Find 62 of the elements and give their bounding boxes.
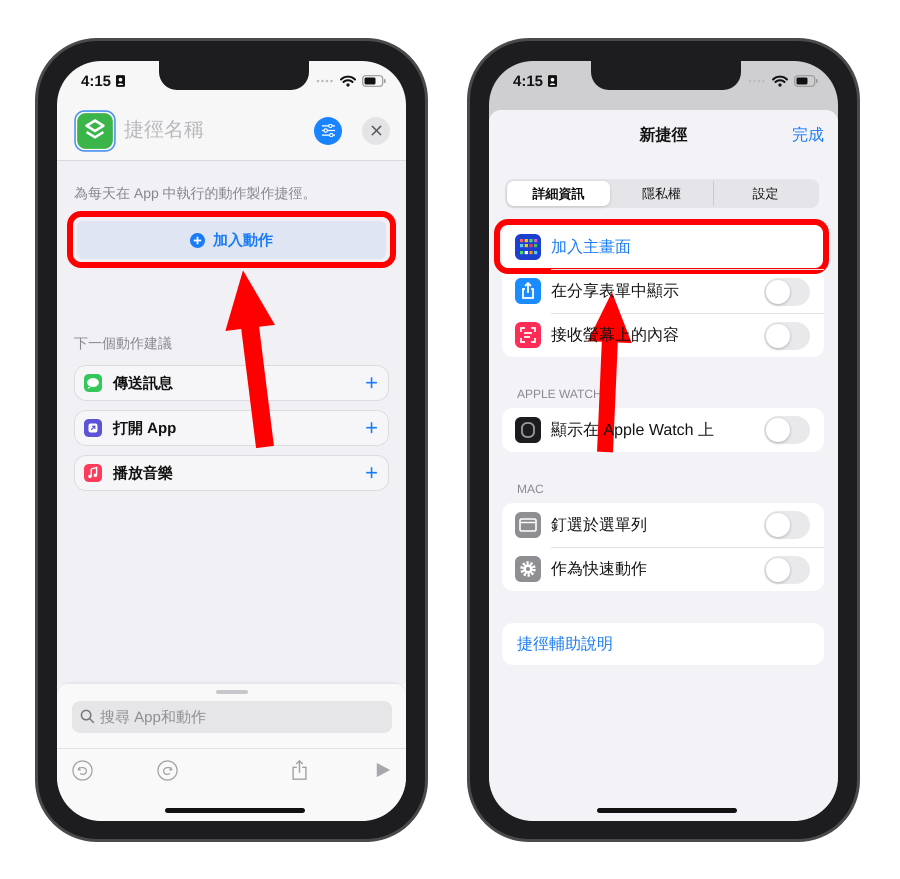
section-heading: 下一個動作建議 — [74, 334, 173, 353]
action-link[interactable]: 加入主畫面 — [551, 236, 631, 258]
add-icon[interactable]: + — [365, 462, 378, 484]
add-icon[interactable]: + — [365, 417, 378, 439]
close-icon — [370, 125, 382, 136]
search-icon — [80, 709, 95, 724]
battery-icon — [362, 75, 386, 87]
suggestion-label: 播放音樂 — [113, 464, 174, 482]
clock-time: 4:15 — [513, 72, 544, 90]
section-heading: MAC — [517, 481, 545, 497]
scan-icon — [515, 322, 541, 348]
toggle-switch[interactable] — [764, 278, 810, 306]
share-icon[interactable] — [291, 759, 308, 781]
add-icon[interactable]: + — [365, 372, 378, 394]
description-text: 為每天在 App 中執行的動作製作捷徑。 — [74, 184, 318, 203]
segment-tab[interactable]: 隱私權 — [610, 181, 713, 206]
toggle-switch[interactable] — [764, 322, 810, 350]
home-indicator[interactable] — [165, 808, 305, 813]
toggle-switch[interactable] — [764, 556, 810, 584]
watch-icon — [515, 417, 541, 443]
id-badge-icon — [548, 75, 558, 87]
search-field[interactable]: 搜尋 App和動作 — [72, 701, 392, 733]
arrow-square-icon — [84, 419, 102, 437]
share-icon — [515, 278, 541, 304]
layers-icon[interactable] — [74, 110, 116, 152]
wifi-icon — [772, 75, 788, 87]
id-badge-icon — [116, 75, 126, 87]
name-field[interactable]: 捷徑名稱 — [124, 119, 306, 142]
suggestion-row[interactable]: 打開 App + — [74, 410, 389, 446]
setting-label: 作為快速動作 — [551, 560, 647, 580]
toggle-switch[interactable] — [764, 416, 810, 444]
play-icon[interactable] — [375, 762, 391, 778]
music-note-icon — [84, 464, 102, 482]
setting-label: 在分享表單中顯示 — [551, 282, 679, 302]
speech-bubble-icon — [84, 374, 102, 392]
undo-icon[interactable] — [72, 760, 93, 780]
window-icon — [515, 512, 541, 538]
sliders-button[interactable] — [314, 116, 342, 144]
drag-handle[interactable] — [216, 690, 248, 694]
sliders-icon — [320, 124, 336, 137]
home-indicator[interactable] — [597, 808, 737, 813]
clock-time: 4:15 — [81, 72, 112, 90]
setting-label: 釘選於選單列 — [551, 516, 647, 536]
gear-icon — [515, 556, 541, 582]
battery-icon — [794, 75, 818, 87]
wifi-icon — [340, 75, 356, 87]
signal-icon — [316, 79, 334, 83]
suggestion-label: 打開 App — [113, 418, 178, 438]
toggle-switch[interactable] — [764, 511, 810, 539]
segment-tab[interactable]: 設定 — [713, 181, 817, 206]
suggestion-row[interactable]: 傳送訊息 + — [74, 365, 389, 401]
redo-icon[interactable] — [157, 760, 178, 780]
suggestion-label: 傳送訊息 — [113, 374, 174, 392]
suggestion-row[interactable]: 播放音樂 + — [74, 455, 389, 491]
close-button[interactable] — [362, 116, 390, 144]
plus-icon — [190, 232, 205, 248]
help-link[interactable]: 捷徑輔助說明 — [517, 634, 613, 654]
app-grid-icon — [515, 234, 541, 260]
done-button[interactable]: 完成 — [792, 124, 824, 146]
segmented-control[interactable]: 詳細資訊 隱私權 設定 — [505, 179, 819, 208]
sheet-title: 新捷徑 — [640, 125, 688, 146]
segment-tab[interactable]: 詳細資訊 — [507, 181, 610, 206]
